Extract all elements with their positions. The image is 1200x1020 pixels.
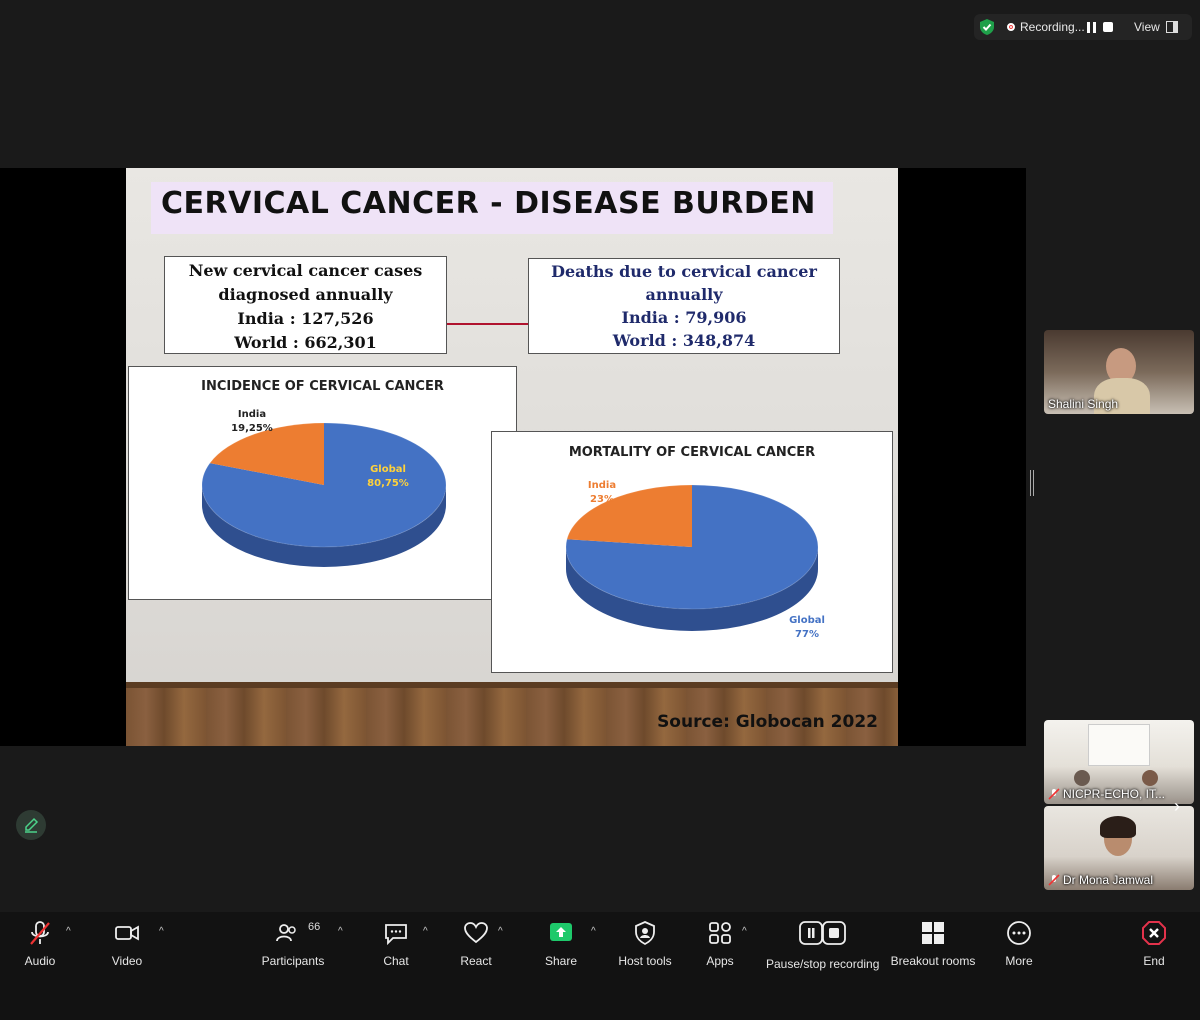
security-shield-icon [980, 19, 994, 35]
participant-face [1074, 770, 1090, 786]
mortality-chart: MORTALITY OF CERVICAL CANCER India 23% Glo… [491, 431, 893, 673]
apps-label: Apps [706, 954, 734, 968]
recording-label: Recording... [1020, 20, 1085, 34]
recording-dot-icon [1007, 23, 1015, 31]
more-label: More [1005, 954, 1033, 968]
pie-label-india: India [238, 409, 266, 420]
mic-muted-icon [1048, 788, 1060, 800]
participants-icon [276, 924, 296, 942]
chat-label: Chat [383, 954, 409, 968]
microphone-muted-icon [30, 921, 50, 945]
mic-muted-icon [1048, 874, 1060, 886]
pie-label-global: Global [789, 615, 825, 626]
react-label: React [460, 954, 492, 968]
next-page-chevron-icon[interactable]: › [1174, 796, 1180, 817]
video-camera-icon [115, 925, 139, 941]
breakout-rooms-label: Breakout rooms [890, 954, 976, 968]
chat-icon [385, 924, 407, 946]
new-cases-line1: New cervical cancer cases [188, 261, 423, 280]
more-ellipsis-icon [1007, 921, 1031, 945]
video-label: Video [111, 954, 143, 968]
new-cases-line2: diagnosed annually [218, 285, 393, 304]
annotate-button[interactable] [16, 810, 46, 840]
wooden-floor-decoration: Source: Globocan 2022 [126, 682, 898, 746]
participant-hair [1100, 816, 1136, 838]
incidence-chart: INCIDENCE OF CERVICAL CANCER India 19,25%… [128, 366, 517, 600]
end-call-icon [1142, 921, 1166, 945]
meeting-toolbar: Audio ^ Video ^ 66 Participants ^ Chat ^… [0, 912, 1200, 1020]
slide-title-box: CERVICAL CANCER - DISEASE BURDEN [151, 182, 833, 234]
participant-name: NICPR-ECHO, IT... [1048, 787, 1165, 801]
participants-count: 66 [308, 921, 321, 933]
deaths-line2: annually [645, 285, 723, 304]
pause-recording-icon[interactable] [1087, 22, 1097, 33]
chat-options-caret-icon[interactable]: ^ [423, 926, 428, 937]
breakout-rooms-icon [922, 922, 944, 944]
video-tile-nicpr[interactable]: NICPR-ECHO, IT... [1044, 720, 1194, 804]
participants-options-caret-icon[interactable]: ^ [338, 926, 343, 937]
pie-label-global: Global [370, 464, 406, 475]
pause-stop-recording-label: Pause/stop recording [766, 957, 880, 971]
meeting-window: Recording... View CERVICAL CANCER - DISE… [0, 0, 1200, 1020]
pie-label-india-value: 19,25% [231, 423, 273, 434]
grid-view-icon [1166, 21, 1178, 33]
connector-line [447, 323, 528, 325]
audio-options-caret-icon[interactable]: ^ [66, 926, 71, 937]
apps-options-caret-icon[interactable]: ^ [742, 926, 747, 937]
pause-stop-recording-icon [799, 921, 846, 945]
audio-label: Audio [24, 954, 56, 968]
end-label: End [1143, 954, 1165, 968]
host-tools-label: Host tools [618, 954, 672, 968]
share-screen-icon [550, 923, 572, 941]
participant-name: Shalini Singh [1048, 397, 1119, 411]
view-label: View [1134, 20, 1160, 34]
banner-image [1088, 724, 1150, 766]
stop-recording-icon[interactable] [1103, 22, 1113, 32]
incidence-pie-svg: India 19,25% Global 80,75% [201, 409, 447, 567]
slide-source: Source: Globocan 2022 [657, 712, 878, 732]
pie-label-global-value: 77% [795, 629, 819, 640]
video-tile-shalini[interactable]: Shalini Singh [1044, 330, 1194, 414]
heart-icon [464, 922, 488, 944]
new-cases-box: New cervical cancer cases diagnosed annu… [164, 256, 447, 354]
pie-slice-india [566, 485, 692, 547]
slide-title: CERVICAL CANCER - DISEASE BURDEN [161, 186, 816, 221]
pencil-icon [25, 817, 39, 833]
participant-face [1142, 770, 1158, 786]
deaths-box: Deaths due to cervical cancer annually I… [528, 258, 840, 354]
host-tools-shield-icon [635, 921, 655, 946]
pie-label-global-value: 80,75% [367, 478, 409, 489]
view-button[interactable]: View [1124, 14, 1192, 40]
mortality-pie-svg: India 23% Global 77% [565, 480, 825, 640]
deaths-line1: Deaths due to cervical cancer [551, 262, 817, 281]
share-label: Share [544, 954, 578, 968]
new-cases-india: India : 127,526 [237, 309, 374, 328]
pie-label-india: India [588, 480, 616, 491]
deaths-world: World : 348,874 [612, 331, 756, 350]
react-options-caret-icon[interactable]: ^ [498, 926, 503, 937]
deaths-india: India : 79,906 [621, 308, 747, 327]
apps-icon [709, 922, 731, 944]
video-options-caret-icon[interactable]: ^ [159, 926, 164, 937]
pie-label-india-value: 23% [590, 494, 614, 505]
participant-name: Dr Mona Jamwal [1048, 873, 1153, 887]
panel-resize-handle[interactable] [1030, 470, 1034, 496]
share-options-caret-icon[interactable]: ^ [591, 926, 596, 937]
presentation-slide: CERVICAL CANCER - DISEASE BURDEN New cer… [126, 168, 898, 746]
participants-label: Participants [261, 954, 325, 968]
new-cases-world: World : 662,301 [234, 333, 377, 352]
video-tile-mona[interactable]: Dr Mona Jamwal [1044, 806, 1194, 890]
